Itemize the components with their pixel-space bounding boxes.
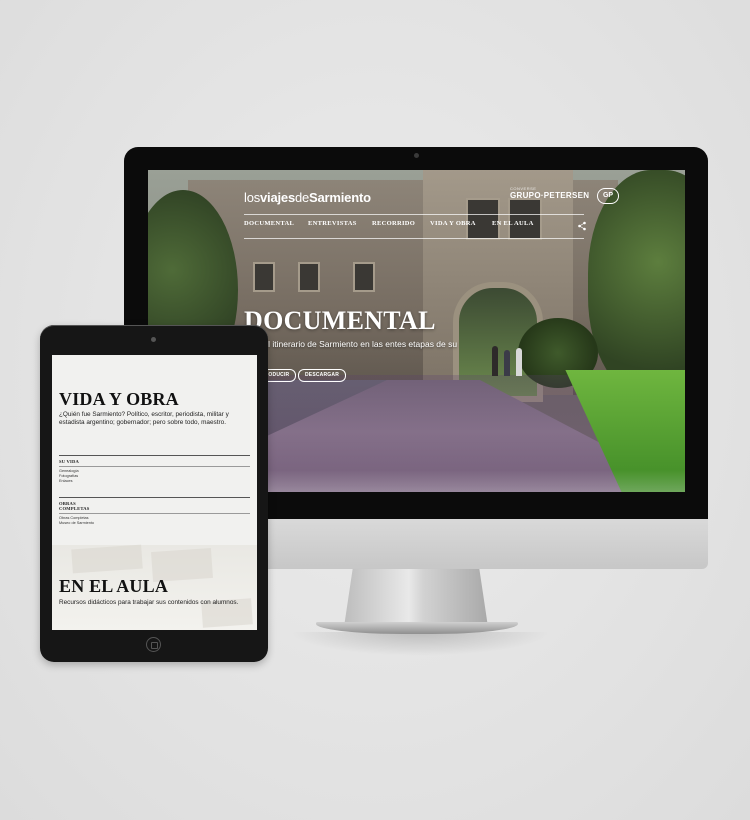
nav-item-vida-y-obra[interactable]: VIDA Y OBRA [430,220,492,227]
home-button-icon[interactable] [146,637,161,652]
site-logo[interactable]: losviajesdeSarmiento [244,190,371,205]
building-window [353,262,375,292]
building-window [466,198,500,240]
section-divider [59,466,250,467]
logo-text-1: los [244,190,261,205]
nav-item-entrevistas[interactable]: ENTREVISTAS [308,220,372,227]
logo-text-4: Sarmiento [309,190,371,205]
aula-title: EN EL AULA [59,576,169,596]
hero-title: DOCUMENTAL [244,306,436,335]
section-divider [59,513,250,514]
hero-person [492,346,498,376]
section-divider [59,455,250,456]
sponsor-gp-mark: GP [597,188,619,204]
link-enlaces[interactable]: Enlaces [59,479,73,484]
main-nav: DOCUMENTAL ENTREVISTAS RECORRIDO VIDA Y … [244,220,594,227]
aula-paper-image [71,544,143,574]
section-title-completas: COMPLETAS [59,506,90,511]
building-window [253,262,275,292]
page-title: VIDA Y OBRA [59,389,179,409]
nav-divider-bottom [244,238,584,239]
hero-subtitle: ubre el itinerario de Sarmiento en las e… [244,339,458,360]
imac-stand-neck [344,569,488,627]
hero-person [504,350,510,376]
camera-icon [414,153,419,158]
sponsor-top-text: CONVERSE [510,186,537,191]
link-obras-completas[interactable]: Obras Completas [59,516,89,521]
ipad-camera-icon [151,337,156,342]
hero-person [516,348,522,376]
sponsor-name: GRUPO·PETERSEN [510,191,590,200]
building-window [508,198,542,240]
aula-description: Recursos didácticos para trabajar sus co… [59,599,239,606]
page-description: ¿Quién fue Sarmiento? Político, escritor… [59,411,229,426]
sponsor-logo[interactable]: CONVERSE GRUPO·PETERSEN GP [510,186,619,204]
section-title-su-vida: SU VIDA [59,459,80,464]
nav-item-recorrido[interactable]: RECORRIDO [372,220,430,227]
link-fotografias[interactable]: Fotografías [59,474,78,479]
logo-text-3: de [294,190,310,205]
share-icon[interactable] [577,221,587,231]
nav-divider-top [244,214,584,215]
nav-item-documental[interactable]: DOCUMENTAL [244,220,308,227]
download-button[interactable]: DESCARGAR [298,369,346,382]
nav-item-en-el-aula[interactable]: EN EL AULA [492,220,542,227]
link-genealogia[interactable]: Genealogía [59,469,79,474]
section-divider [59,497,250,498]
tablet-screen: VIDA Y OBRA ¿Quién fue Sarmiento? Políti… [52,355,257,630]
logo-text-2: viajes [260,190,295,205]
imac-shadow [290,632,550,656]
building-window [298,262,320,292]
link-museo[interactable]: Museo de Sarmiento [59,521,94,526]
